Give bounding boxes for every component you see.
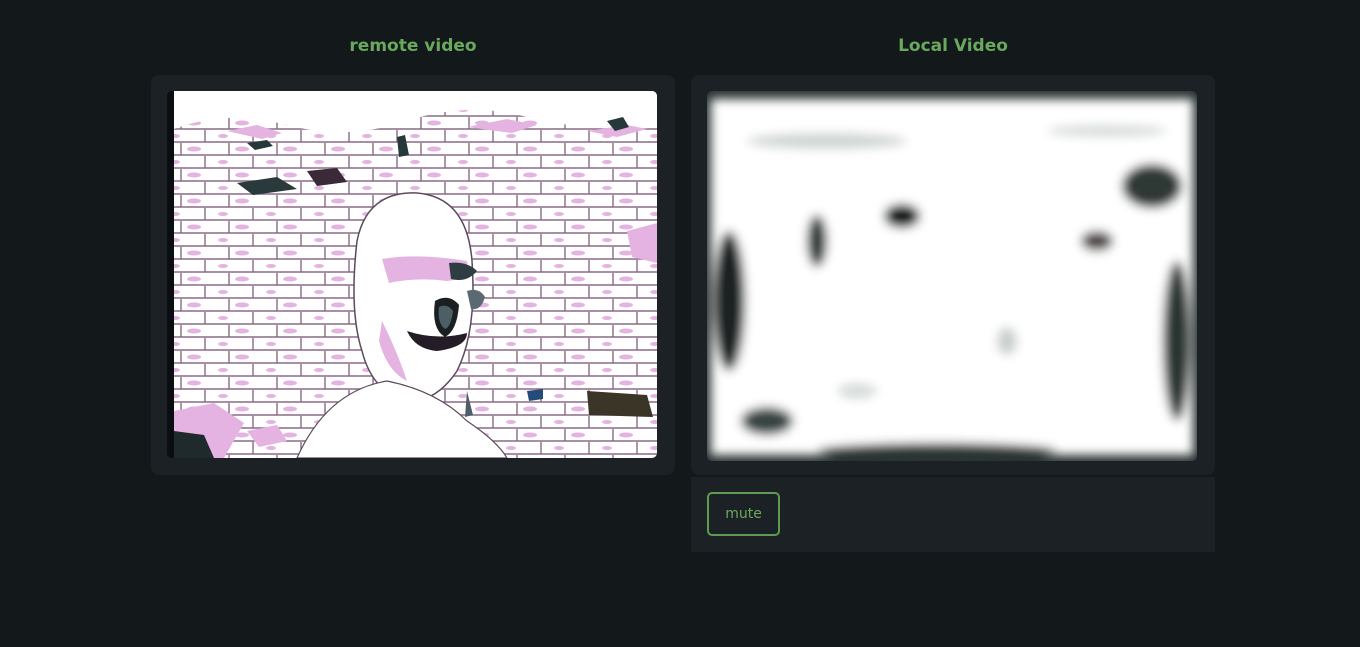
local-video-title: Local Video <box>898 36 1008 56</box>
video-call-app: remote video Local Video mute <box>0 0 1360 647</box>
local-video-stream[interactable] <box>707 91 1197 461</box>
local-video-controls: mute <box>691 477 1215 552</box>
local-video-card <box>691 75 1215 475</box>
remote-video-card <box>151 75 675 475</box>
mute-button[interactable]: mute <box>707 492 780 536</box>
remote-video-title: remote video <box>349 36 477 56</box>
remote-video-stream[interactable] <box>167 91 657 458</box>
